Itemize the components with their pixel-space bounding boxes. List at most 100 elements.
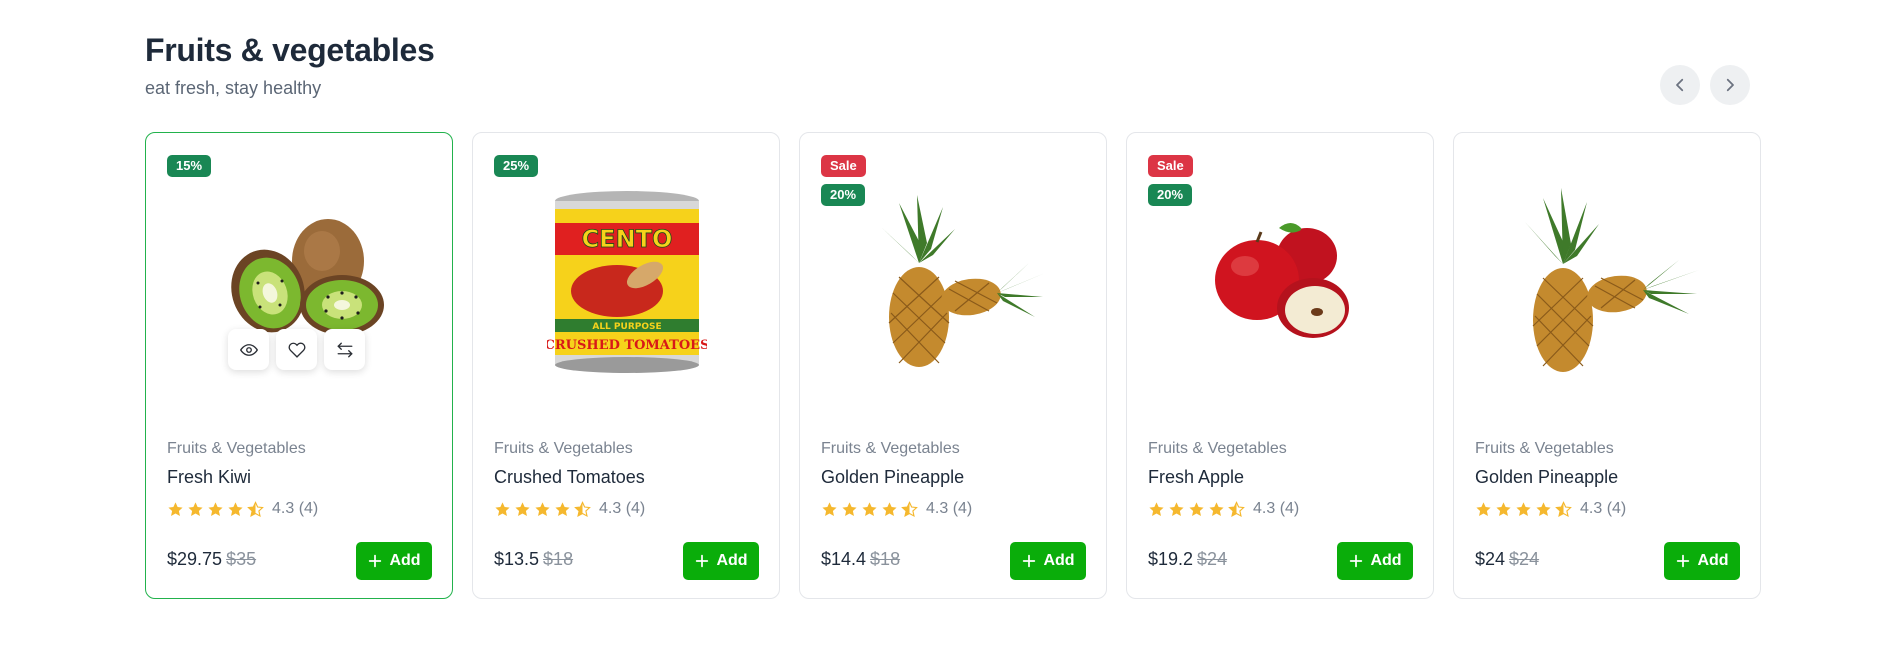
can-band: ALL PURPOSE xyxy=(592,322,661,332)
plus-icon xyxy=(696,554,709,568)
add-to-cart-button[interactable]: Add xyxy=(1337,542,1413,580)
product-price: $14.4 $18 xyxy=(821,549,900,570)
discount-badge: 15% xyxy=(167,155,212,177)
star-icon xyxy=(495,501,510,516)
product-section: Fruits & vegetables eat fresh, stay heal… xyxy=(145,0,1761,667)
plus-icon xyxy=(369,554,382,568)
plus-icon xyxy=(1350,554,1363,568)
product-category[interactable]: Fruits & Vegetables xyxy=(167,440,306,458)
add-label: Add xyxy=(716,552,748,569)
star-icon xyxy=(535,501,550,516)
current-price: $29.75 xyxy=(167,549,223,569)
star-half-icon xyxy=(901,500,918,517)
star-icon xyxy=(1536,501,1551,516)
add-label: Add xyxy=(1043,552,1075,569)
star-icon xyxy=(842,501,857,516)
section-subtitle: eat fresh, stay healthy xyxy=(145,78,322,98)
can-label: CRUSHED TOMATOES xyxy=(547,338,707,353)
current-price: $24 xyxy=(1475,549,1506,569)
product-price: $29.75 $35 xyxy=(167,549,256,570)
can-brand: CENTO xyxy=(582,225,673,253)
star-half-icon xyxy=(1555,500,1572,517)
product-category[interactable]: Fruits & Vegetables xyxy=(1475,440,1614,458)
product-rating: 4.3 (4) xyxy=(821,500,972,518)
rating-value: 4.3 (4) xyxy=(1580,500,1627,517)
discount-badge: 20% xyxy=(821,184,866,206)
add-label: Add xyxy=(389,552,421,569)
product-rating: 4.3 (4) xyxy=(1148,500,1299,518)
star-icon xyxy=(1189,501,1204,516)
old-price: $35 xyxy=(226,549,257,569)
product-category[interactable]: Fruits & Vegetables xyxy=(1148,440,1287,458)
product-price: $24 $24 xyxy=(1475,549,1539,570)
star-half-icon xyxy=(247,500,264,517)
product-card[interactable]: 15% Fruits & Vegetables Fresh Kiwi 4.3 (… xyxy=(145,132,453,599)
star-icon xyxy=(228,501,243,516)
wishlist-button[interactable] xyxy=(276,329,317,370)
add-to-cart-button[interactable]: Add xyxy=(356,542,432,580)
star-icon xyxy=(822,501,837,516)
add-label: Add xyxy=(1697,552,1729,569)
carousel-next-button[interactable] xyxy=(1710,65,1750,105)
old-price: $24 xyxy=(1197,549,1228,569)
product-category[interactable]: Fruits & Vegetables xyxy=(821,440,960,458)
compare-button[interactable] xyxy=(324,329,365,370)
product-price: $19.2 $24 xyxy=(1148,549,1227,570)
star-icon xyxy=(168,501,183,516)
product-card[interactable]: 25% CENTO ALL PURPOSE CRUSHED TOMATOES F… xyxy=(472,132,780,599)
star-icon xyxy=(188,501,203,516)
product-rating: 4.3 (4) xyxy=(167,500,318,518)
product-name[interactable]: Golden Pineapple xyxy=(821,467,964,488)
star-icon xyxy=(862,501,877,516)
product-card[interactable]: Sale 20% Fruits & Vegetables Fresh Apple xyxy=(1126,132,1434,599)
heart-icon xyxy=(288,342,305,358)
product-rating: 4.3 (4) xyxy=(494,500,645,518)
product-image-tomato-can[interactable]: CENTO ALL PURPOSE CRUSHED TOMATOES xyxy=(473,173,779,393)
star-icon xyxy=(208,501,223,516)
product-name[interactable]: Fresh Apple xyxy=(1148,467,1244,488)
star-icon xyxy=(515,501,530,516)
product-name[interactable]: Fresh Kiwi xyxy=(167,467,251,488)
rating-value: 4.3 (4) xyxy=(599,500,646,517)
old-price: $24 xyxy=(1509,549,1540,569)
rating-value: 4.3 (4) xyxy=(1253,500,1300,517)
rating-value: 4.3 (4) xyxy=(926,500,973,517)
product-name[interactable]: Crushed Tomatoes xyxy=(494,467,645,488)
old-price: $18 xyxy=(870,549,901,569)
section-title: Fruits & vegetables xyxy=(145,32,435,68)
star-icon xyxy=(1496,501,1511,516)
chevron-right-icon xyxy=(1726,78,1734,92)
product-image-apple[interactable] xyxy=(1127,173,1433,393)
chevron-left-icon xyxy=(1676,78,1684,92)
sale-badge: Sale xyxy=(1148,155,1193,177)
product-category[interactable]: Fruits & Vegetables xyxy=(494,440,633,458)
star-icon xyxy=(1516,501,1531,516)
star-icon xyxy=(555,501,570,516)
add-label: Add xyxy=(1370,552,1402,569)
product-name[interactable]: Golden Pineapple xyxy=(1475,467,1618,488)
plus-icon xyxy=(1023,554,1036,568)
quick-view-button[interactable] xyxy=(228,329,269,370)
product-image-pineapple[interactable] xyxy=(800,173,1106,393)
plus-icon xyxy=(1677,554,1690,568)
eye-icon xyxy=(239,343,258,356)
star-icon xyxy=(1476,501,1491,516)
product-rating: 4.3 (4) xyxy=(1475,500,1626,518)
product-image-pineapple[interactable] xyxy=(1454,173,1760,393)
star-icon xyxy=(882,501,897,516)
carousel-prev-button[interactable] xyxy=(1660,65,1700,105)
add-to-cart-button[interactable]: Add xyxy=(1010,542,1086,580)
star-half-icon xyxy=(1228,500,1245,517)
compare-icon xyxy=(337,342,352,357)
add-to-cart-button[interactable]: Add xyxy=(1664,542,1740,580)
product-price: $13.5 $18 xyxy=(494,549,573,570)
product-card[interactable]: Fruits & Vegetables Golden Pineapple 4.3… xyxy=(1453,132,1761,599)
add-to-cart-button[interactable]: Add xyxy=(683,542,759,580)
star-icon xyxy=(1169,501,1184,516)
star-half-icon xyxy=(574,500,591,517)
current-price: $13.5 xyxy=(494,549,540,569)
quick-actions xyxy=(228,329,365,370)
product-card[interactable]: Sale 20% Fruits & Vegetables Golden Pine… xyxy=(799,132,1107,599)
star-icon xyxy=(1149,501,1164,516)
star-icon xyxy=(1209,501,1224,516)
